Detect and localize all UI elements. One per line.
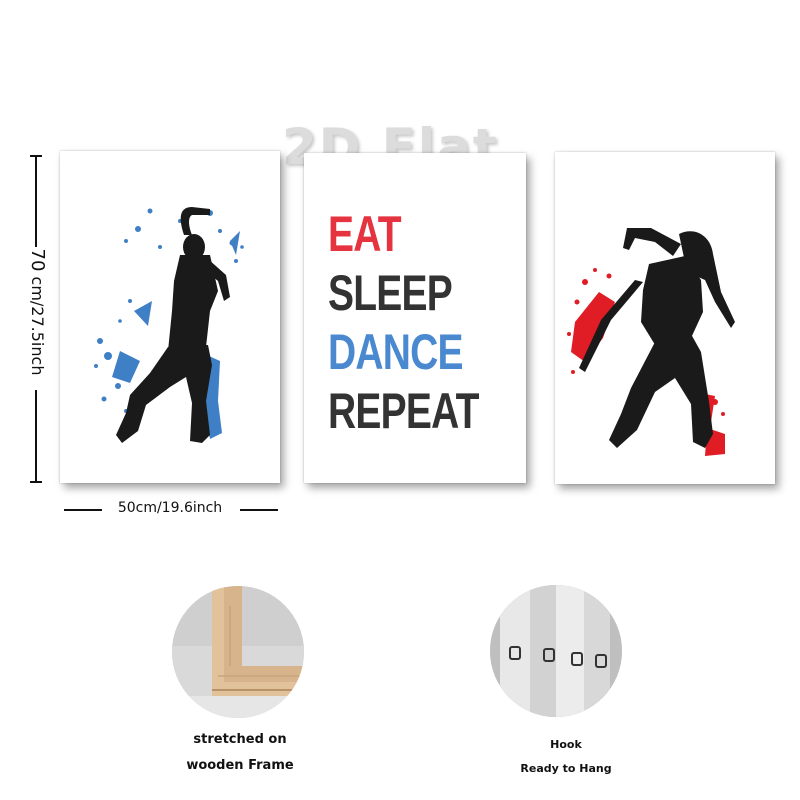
- width-dimension-line-left: [64, 509, 102, 511]
- height-dimension-label: 70 cm/27.5inch: [24, 170, 48, 454]
- width-dimension-label: 50cm/19.6inch: [117, 500, 223, 516]
- canvas-panel-left: [60, 151, 280, 483]
- canvas-panel-right: [555, 152, 775, 484]
- frame-caption-line2: wooden Frame: [186, 758, 294, 773]
- height-unit: cm/27.5inch: [28, 276, 47, 376]
- slogan-line-eat: EAT: [328, 206, 402, 262]
- height-dimension-bottom-cap: [30, 481, 42, 483]
- slogan-line-sleep: SLEEP: [328, 265, 453, 321]
- canvas-panel-middle: EAT SLEEP DANCE REPEAT: [304, 153, 526, 483]
- frame-caption-line1: stretched on: [193, 732, 287, 747]
- ready-to-hang-caption: Ready to Hang: [520, 762, 612, 775]
- wooden-frame-detail-photo: [172, 586, 304, 718]
- width-dimension-line-right: [240, 509, 278, 511]
- hook-detail-photo: [490, 585, 622, 717]
- dancer-blue-splash-illustration: [94, 207, 244, 443]
- slogan-line-dance: DANCE: [328, 324, 464, 380]
- dancer-red-splash-illustration: [567, 228, 735, 456]
- height-value: 70: [27, 248, 48, 272]
- slogan-text: EAT SLEEP DANCE REPEAT: [328, 205, 479, 441]
- hook-caption: Hook: [550, 738, 582, 751]
- slogan-line-repeat: REPEAT: [328, 383, 479, 439]
